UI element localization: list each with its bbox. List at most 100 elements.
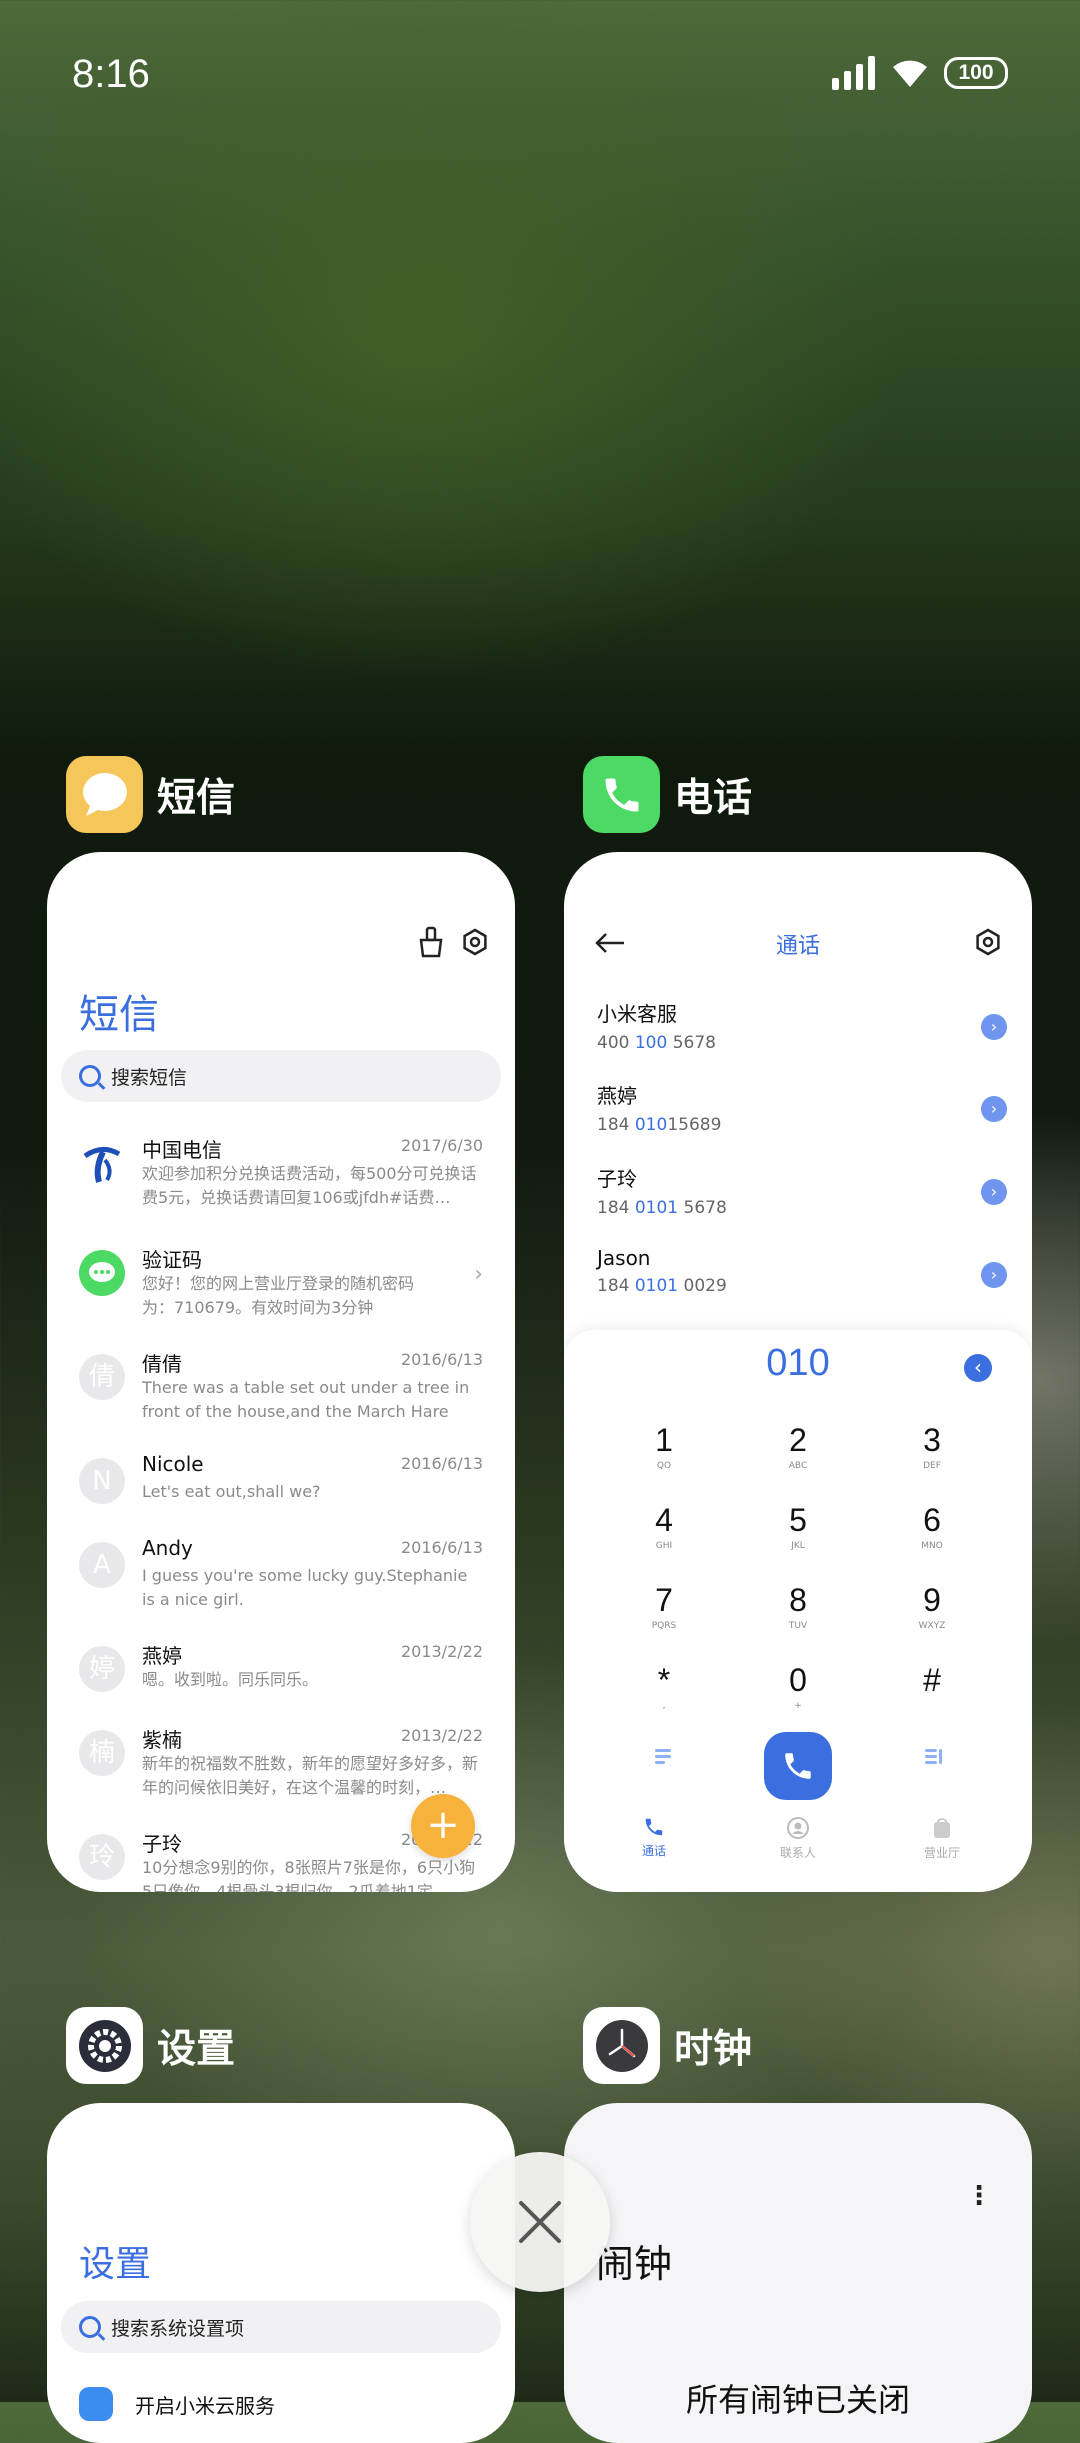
sms-app-card[interactable]: 短信 搜索短信 中国电信 2017/6/30 欢迎参加积分兑换话费活动，每500… [47,852,515,1892]
message-date: 2013/2/22 [400,1642,483,1661]
avatar: N [79,1458,125,1504]
dial-key-1[interactable]: 1 QO [609,1422,719,1471]
contact-row[interactable]: 燕婷 184 01015689 › [597,1080,1007,1140]
message-sender: 验证码 [142,1248,202,1272]
message-row[interactable]: 婷 燕婷 2013/2/22 嗯。收到啦。同乐同乐。 [47,1636,515,1716]
phone-app-icon [583,756,660,833]
contact-name: 子玲 [597,1167,637,1191]
dial-key-4[interactable]: 4 GHI [609,1502,719,1551]
app-label-clock: 时钟 [674,2026,753,2072]
message-preview: There was a table set out under a tree i… [142,1378,470,1421]
message-preview: 嗯。收到啦。同乐同乐。 [142,1670,319,1689]
more-options-icon[interactable]: ⋮ [966,2181,992,2211]
dial-key-7[interactable]: 7 PQRS [609,1582,719,1631]
message-row[interactable]: 倩 倩倩 2016/6/13 There was a table set out… [47,1344,515,1424]
chevron-right-icon[interactable]: › [981,1262,1007,1288]
message-row[interactable]: 楠 紫楠 2013/2/22 新年的祝福数不胜数，新年的愿望好多好多，新年的问候… [47,1720,515,1800]
sms-page-title: 短信 [79,992,159,1038]
dial-key-6[interactable]: 6 MNO [877,1502,987,1551]
message-row[interactable]: N Nicole 2016/6/13 Let's eat out,shall w… [47,1448,515,1528]
message-row[interactable]: A Andy 2016/6/13 I guess you're some luc… [47,1532,515,1612]
message-preview: 欢迎参加积分兑换话费活动，每500分可兑换话费5元，兑换话费请回复106或jfd… [142,1164,477,1207]
search-icon [79,1065,101,1087]
clean-icon[interactable] [417,926,445,958]
tab-calls[interactable]: 通话 [609,1816,699,1859]
new-message-button[interactable]: + [411,1794,475,1858]
message-date: 2016/6/13 [400,1454,483,1473]
contact-row[interactable]: 子玲 184 0101 5678 › [597,1163,1007,1223]
settings-item-label: 开启小米云服务 [135,2393,275,2418]
settings-item[interactable]: 开启小米云服务 [79,2387,275,2421]
person-icon [787,1817,809,1839]
tab-contacts-label: 联系人 [779,1846,816,1860]
app-label-phone: 电话 [674,775,753,821]
settings-app-icon [66,2007,143,2084]
message-preview: I guess you're some lucky guy.Stephanie … [142,1566,468,1609]
settings-gear-icon[interactable] [974,928,1002,956]
no-alarms-message: 所有闹钟已关闭 [685,2381,910,2419]
phone-page-title: 通话 [775,934,820,959]
dial-key-star[interactable]: *, [609,1662,719,1711]
message-preview: Let's eat out,shall we? [142,1482,321,1501]
dial-key-3[interactable]: 3 DEF [877,1422,987,1471]
signal-icon [832,56,875,90]
phone-icon [785,1753,811,1779]
message-row[interactable]: 中国电信 2017/6/30 欢迎参加积分兑换话费活动，每500分可兑换话费5元… [47,1130,515,1210]
message-sender: 紫楠 [142,1728,182,1752]
message-sender: 燕婷 [142,1644,182,1668]
tab-store-label: 营业厅 [923,1846,960,1860]
tab-calls-label: 通话 [641,1844,666,1858]
contact-row[interactable]: 小米客服 400 100 5678 › [597,998,1007,1058]
menu-list-icon[interactable] [922,1746,944,1768]
contact-number: 184 0101 5678 [597,1198,727,1218]
app-header-sms[interactable]: 短信 [66,756,235,833]
battery-indicator: 100 [944,57,1008,89]
chevron-right-icon[interactable]: › [981,1096,1007,1122]
dial-key-9[interactable]: 9 WXYZ [877,1582,987,1631]
app-label-settings: 设置 [157,2026,236,2072]
contact-name: Jason [597,1246,651,1270]
settings-page-title: 设置 [79,2244,152,2285]
tab-contacts[interactable]: 联系人 [753,1816,843,1861]
app-header-phone[interactable]: 电话 [583,756,752,833]
settings-search-placeholder: 搜索系统设置项 [111,2317,245,2340]
app-header-clock[interactable]: 时钟 [583,2007,752,2084]
call-button[interactable] [764,1732,832,1800]
dial-key-8[interactable]: 8 TUV [743,1582,853,1631]
message-preview: 新年的祝福数不胜数，新年的愿望好多好多，新年的问候依旧美好，在这个温馨的时刻，… [142,1754,479,1797]
collapse-keypad-icon[interactable] [652,1746,674,1768]
contact-number: 184 0101 0029 [597,1276,727,1296]
phone-app-card[interactable]: 通话 小米客服 400 100 5678 › 燕婷 184 01015689 ›… [564,852,1032,1892]
sms-app-icon [66,756,143,833]
clear-all-button[interactable] [470,2152,610,2292]
settings-search-input[interactable]: 搜索系统设置项 [61,2301,501,2353]
message-preview: 10分想念9别的你，8张照片7张是你，6只小狗5只像你，4根骨头3根归你，2瓜着… [142,1858,476,1892]
app-header-settings[interactable]: 设置 [66,2007,235,2084]
message-row[interactable]: 验证码 您好！您的网上营业厅登录的随机密码为：710679。有效时间为3分钟 › [47,1240,515,1320]
sms-search-placeholder: 搜索短信 [111,1066,188,1089]
clock-app-icon [583,2007,660,2084]
tab-store[interactable]: 营业厅 [897,1816,987,1861]
close-icon [519,2201,561,2243]
status-icons: 100 [832,56,1008,90]
sms-search-input[interactable]: 搜索短信 [61,1050,501,1102]
wifi-icon [893,60,927,87]
dial-key-2[interactable]: 2 ABC [743,1422,853,1471]
chevron-right-icon[interactable]: › [981,1014,1007,1040]
contact-number: 184 01015689 [597,1115,722,1135]
message-sender: 子玲 [142,1832,182,1856]
dial-key-0[interactable]: 0 + [743,1662,853,1711]
clock-app-card[interactable]: ⋮ 闹钟 所有闹钟已关闭 [564,2103,1032,2443]
china-telecom-logo-icon [79,1140,125,1186]
dial-key-hash[interactable]: # [877,1662,987,1701]
dial-key-5[interactable]: 5 JKL [743,1502,853,1551]
settings-gear-icon[interactable] [461,928,489,956]
contact-row[interactable]: Jason 184 0101 0029 › [597,1246,1007,1306]
settings-app-card[interactable]: 设置 搜索系统设置项 开启小米云服务 [47,2103,515,2443]
message-date: 2016/6/13 [400,1350,483,1369]
chevron-right-icon[interactable]: › [981,1179,1007,1205]
message-date: 2016/6/13 [400,1538,483,1557]
dial-input-display: 010 [766,1342,830,1384]
message-date: 2013/2/22 [400,1726,483,1745]
backspace-icon[interactable]: ‹ [964,1354,992,1382]
